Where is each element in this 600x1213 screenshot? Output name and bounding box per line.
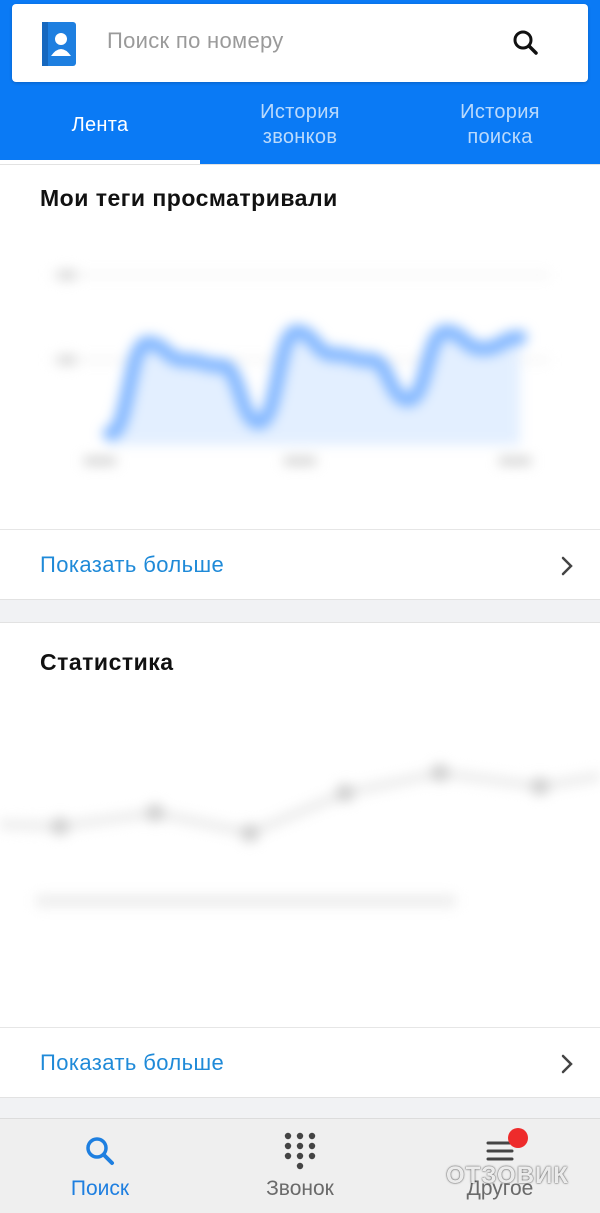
series-line: [0, 767, 600, 839]
data-point: [431, 764, 449, 782]
x-tick-label: [284, 457, 316, 465]
data-point: [336, 784, 354, 802]
tab-search-history-label: История поиска: [460, 101, 540, 148]
search-icon: [86, 1137, 114, 1165]
x-tick-label: [84, 457, 116, 465]
tags-viewed-card: Мои теги просматривали Показать больше: [0, 164, 600, 600]
dialpad-icon: [284, 1132, 316, 1170]
search-icon[interactable]: [509, 26, 543, 60]
data-point: [531, 777, 549, 796]
tab-feed[interactable]: Лента: [0, 86, 200, 164]
statistics-chart: [0, 764, 600, 907]
y-tick-label: [58, 355, 76, 365]
tags-viewed-chart: [50, 270, 550, 465]
data-point: [146, 804, 164, 822]
search-bar[interactable]: Поиск по номеру: [12, 4, 588, 82]
tab-search-history[interactable]: История поиска: [400, 86, 600, 164]
search-input[interactable]: Поиск по номеру: [107, 28, 284, 54]
chevron-right-icon: [561, 1054, 573, 1074]
watermark-logo: ОТЗОВИК: [446, 1162, 569, 1189]
chevron-right-icon: [561, 556, 573, 576]
show-more-button[interactable]: Показать больше: [0, 1027, 600, 1098]
tab-bar: Лента История звонков История поиска: [0, 86, 600, 164]
show-more-label: Показать больше: [40, 1050, 225, 1075]
tab-call-history[interactable]: История звонков: [200, 86, 400, 164]
nav-label: Звонок: [266, 1177, 334, 1200]
notification-badge: [508, 1128, 528, 1148]
nav-search[interactable]: Поиск: [0, 1119, 200, 1213]
card-title: Мои теги просматривали: [40, 185, 338, 211]
top-app-bar: Поиск по номеру Лента История звонков Ис…: [0, 0, 600, 164]
tab-call-history-label: История звонков: [260, 101, 340, 148]
show-more-label: Показать больше: [40, 552, 225, 577]
y-tick-label: [58, 270, 76, 280]
show-more-button[interactable]: Показать больше: [0, 529, 600, 600]
x-tick-label: [499, 457, 531, 465]
contact-book-icon[interactable]: [42, 22, 78, 66]
statistics-card: Статистика Показать больше: [0, 622, 600, 1098]
card-title: Статистика: [40, 649, 174, 675]
nav-call[interactable]: Звонок: [200, 1119, 400, 1213]
caption-placeholder: [36, 895, 456, 907]
nav-label: Поиск: [70, 1177, 130, 1200]
data-point: [51, 817, 69, 836]
data-point: [241, 824, 259, 842]
